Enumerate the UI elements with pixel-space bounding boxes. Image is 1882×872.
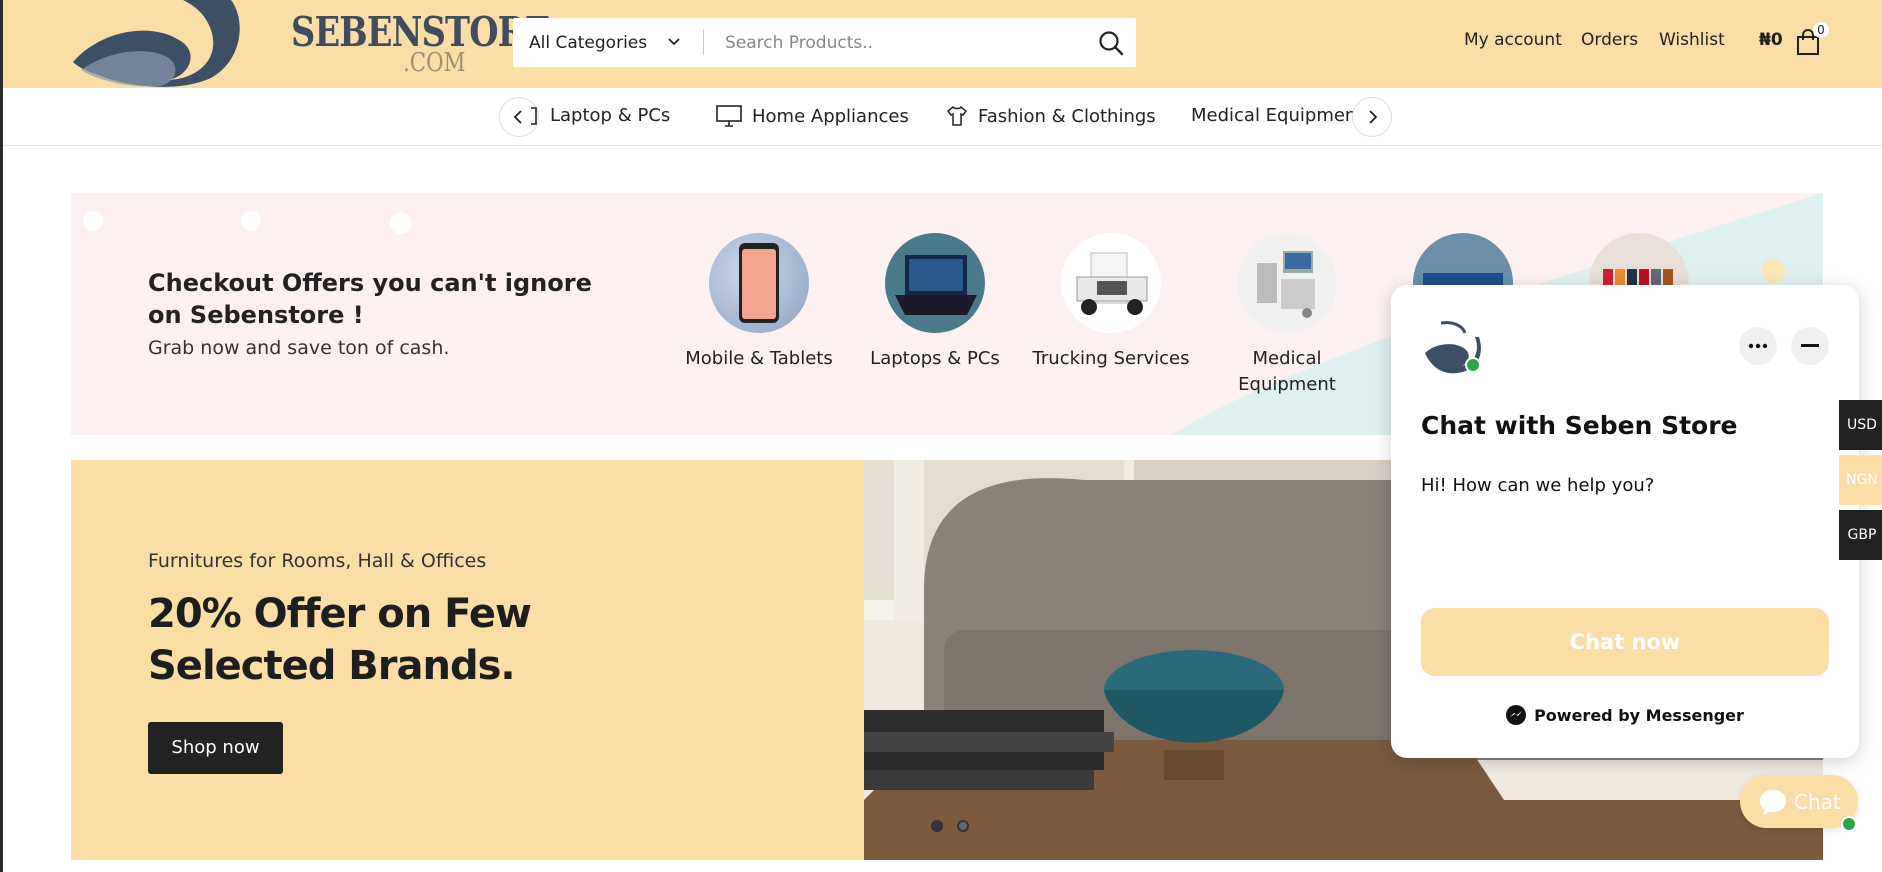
hero-title: 20% Offer on Few Selected Brands. (148, 591, 532, 689)
messenger-icon (1506, 705, 1527, 725)
wave-logo-icon (73, 0, 240, 87)
orders-link[interactable]: Orders (1581, 30, 1638, 50)
category-next-button[interactable] (1352, 97, 1392, 137)
chat-now-button[interactable]: Chat now (1421, 608, 1829, 676)
chat-greeting: Hi! How can we help you? (1421, 475, 1655, 496)
chat-title: Chat with Seben Store (1421, 411, 1738, 440)
category-select-value: All Categories (529, 32, 648, 53)
medical-equipment-icon (1257, 251, 1315, 318)
chat-online-dot (1841, 816, 1857, 832)
chevron-left-icon (513, 110, 522, 124)
offers-subtitle: Grab now and save ton of cash. (148, 337, 450, 359)
chat-launcher-label: Chat (1794, 789, 1841, 814)
category-nav: Laptop & PCs Home Appliances Fashion & C… (3, 88, 1882, 146)
currency-usd-button[interactable]: USD (1839, 400, 1882, 450)
offer-trucking-image[interactable] (1061, 233, 1161, 333)
currency-gbp-button[interactable]: GBP (1839, 510, 1882, 560)
powered-by-text: Powered by Messenger (1534, 705, 1744, 725)
nav-item-laptops[interactable]: Laptop & PCs (530, 105, 670, 126)
nav-item-medical[interactable]: Medical Equipments (1191, 105, 1355, 126)
my-account-link[interactable]: My account (1464, 30, 1562, 50)
shirt-icon (946, 105, 968, 126)
site-header: SEBENSTORE .COM All Categories My accoun… (3, 0, 1882, 88)
chat-minimize-button[interactable] (1791, 327, 1829, 365)
chevron-down-icon (668, 38, 680, 46)
chat-launcher-button[interactable]: Chat (1740, 775, 1858, 828)
offer-label-laptops[interactable]: Laptops & PCs (855, 346, 1015, 372)
monitor-icon (716, 105, 742, 127)
nav-item-label: Home Appliances (752, 105, 909, 127)
minus-icon (1801, 344, 1819, 347)
slide-dot[interactable] (957, 820, 969, 832)
nav-item-home-appliances[interactable]: Home Appliances (716, 105, 909, 127)
offer-label-medical[interactable]: Medical Equipment (1207, 346, 1367, 398)
chat-panel: Chat with Seben Store Hi! How can we hel… (1391, 285, 1859, 758)
hero-eyebrow: Furnitures for Rooms, Hall & Offices (148, 550, 487, 572)
laptop-icon (895, 255, 977, 315)
currency-ngn-button[interactable]: NGN (1839, 455, 1882, 505)
wishlist-link[interactable]: Wishlist (1659, 30, 1725, 50)
offers-title: Checkout Offers you can't ignore on Sebe… (148, 269, 592, 329)
laptop-icon (531, 106, 537, 125)
nav-item-label: Medical Equipments (1191, 105, 1355, 126)
slide-dot-active[interactable] (931, 820, 943, 832)
cart-total: ₦0 (1759, 30, 1783, 50)
search-input[interactable] (725, 18, 1085, 67)
search-icon[interactable] (1097, 29, 1125, 57)
offer-medical-image[interactable] (1237, 233, 1337, 333)
offer-label-trucking[interactable]: Trucking Services (1031, 346, 1191, 372)
search-divider (703, 30, 704, 55)
nav-item-label: Fashion & Clothings (978, 105, 1156, 127)
offer-label-mobile-tablets[interactable]: Mobile & Tablets (679, 346, 839, 372)
nav-item-label: Laptop & PCs (550, 105, 671, 126)
online-status-dot (1465, 357, 1481, 373)
search-bar: All Categories (513, 18, 1136, 67)
page: SEBENSTORE .COM All Categories My accoun… (0, 0, 1882, 872)
nav-item-fashion[interactable]: Fashion & Clothings (946, 105, 1156, 127)
truck-icon (1076, 252, 1148, 315)
cart-count-badge: 0 (1813, 22, 1829, 38)
offer-mobile-tablets-image[interactable] (709, 233, 809, 333)
shop-now-button[interactable]: Shop now (148, 722, 283, 774)
smartphone-icon (739, 243, 779, 323)
logo-suffix: .COM (403, 48, 466, 78)
powered-by-messenger: Powered by Messenger (1391, 705, 1859, 725)
offer-laptops-image[interactable] (885, 233, 985, 333)
more-horizontal-icon (1748, 343, 1768, 349)
chat-options-button[interactable] (1739, 327, 1777, 365)
chevron-right-icon (1369, 110, 1378, 124)
chat-bubble-icon (1760, 789, 1786, 815)
